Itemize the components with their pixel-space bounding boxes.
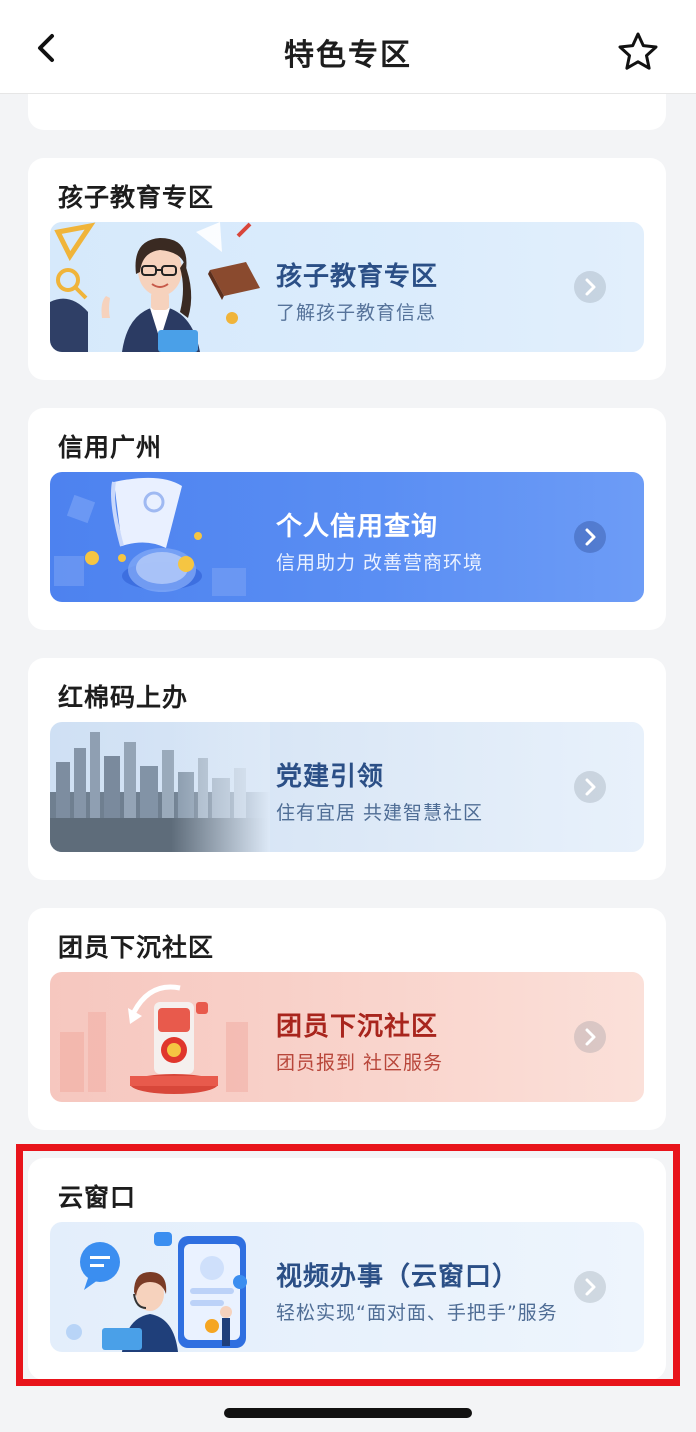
chevron-right-icon[interactable] <box>574 271 606 303</box>
section-title: 团员下沉社区 <box>58 933 215 962</box>
star-outline-icon[interactable] <box>616 30 660 74</box>
banner-title: 孩子教育专区 <box>276 262 439 292</box>
section-title: 云窗口 <box>58 1183 137 1212</box>
child-education-banner[interactable]: 孩子教育专区 了解孩子教育信息 <box>50 222 644 352</box>
teacher-illustration <box>50 222 260 352</box>
section-title: 信用广州 <box>58 433 163 462</box>
chevron-right-icon[interactable] <box>574 521 606 553</box>
party-building-banner[interactable]: 党建引领 住有宜居 共建智慧社区 <box>50 722 644 852</box>
credit-query-banner[interactable]: 个人信用查询 信用助力 改善营商环境 <box>50 472 644 602</box>
video-service-banner[interactable]: 视频办事（云窗口） 轻松实现“面对面、手把手”服务 <box>50 1222 644 1352</box>
banner-title: 视频办事（云窗口） <box>276 1262 520 1292</box>
home-indicator <box>224 1408 472 1418</box>
chevron-right-icon[interactable] <box>574 1271 606 1303</box>
league-badge-illustration <box>60 984 248 1094</box>
section-card-credit-guangzhou: 信用广州 个人信用查询 信用助力 改善营商环境 <box>28 408 666 630</box>
video-call-illustration <box>66 1232 247 1352</box>
league-community-banner[interactable]: 团员下沉社区 团员报到 社区服务 <box>50 972 644 1102</box>
chevron-right-icon[interactable] <box>574 771 606 803</box>
city-skyline-illustration <box>50 722 270 852</box>
banner-subtitle: 团员报到 社区服务 <box>276 1052 444 1074</box>
section-card-hongmian: 红棉码上办 党建引领 住有宜居 共建智慧社区 <box>28 658 666 880</box>
section-card-league-community: 团员下沉社区 团员下沉社区 团员报到 社区服务 <box>28 908 666 1130</box>
section-card-cloud-window: 云窗口 视频办事（云窗口） 轻松实现“面对面、手把手”服务 <box>28 1158 666 1380</box>
section-title: 红棉码上办 <box>58 683 189 712</box>
banner-subtitle: 住有宜居 共建智慧社区 <box>276 802 484 824</box>
page: 特色专区 孩子教育专区 孩子教育专区 了解孩子教育信息 信用广州 个人信用查询 … <box>0 0 696 1432</box>
section-title: 孩子教育专区 <box>58 183 215 212</box>
banner-subtitle: 信用助力 改善营商环境 <box>276 552 484 574</box>
banner-title: 团员下沉社区 <box>276 1012 439 1042</box>
banner-title: 个人信用查询 <box>276 512 439 542</box>
page-title: 特色专区 <box>284 38 412 73</box>
content-scroll[interactable]: 孩子教育专区 孩子教育专区 了解孩子教育信息 信用广州 个人信用查询 信用助力 … <box>0 74 696 1394</box>
credit-scroll-illustration <box>54 477 246 596</box>
banner-subtitle: 轻松实现“面对面、手把手”服务 <box>276 1302 558 1324</box>
section-card-child-education: 孩子教育专区 孩子教育专区 了解孩子教育信息 <box>28 158 666 380</box>
nav-bar: 特色专区 <box>0 0 696 94</box>
banner-subtitle: 了解孩子教育信息 <box>276 302 437 324</box>
banner-title: 党建引领 <box>276 762 385 792</box>
chevron-right-icon[interactable] <box>574 1021 606 1053</box>
